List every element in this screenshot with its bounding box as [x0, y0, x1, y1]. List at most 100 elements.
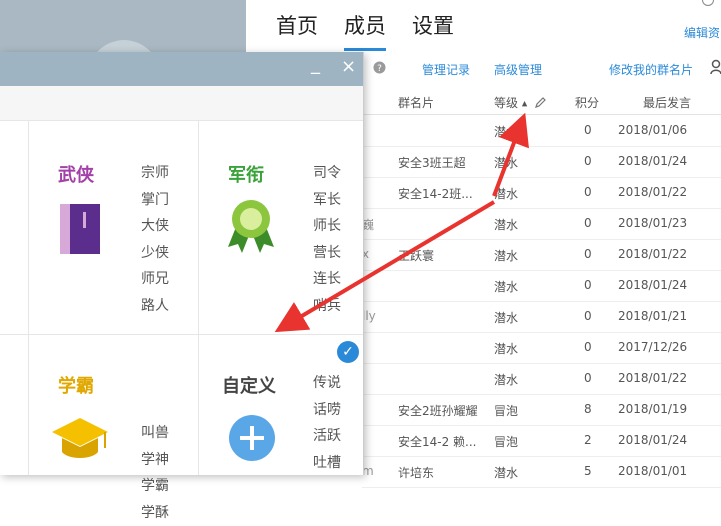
- clipped-item: ·: [0, 377, 1, 392]
- table-row[interactable]: 安全14-2班...潜水02018/01/22: [362, 177, 721, 209]
- grid-divider: [198, 120, 199, 475]
- sort-up-icon: ▲: [522, 100, 527, 108]
- table-row[interactable]: 巍 潜水 0 2018/01/23: [362, 208, 721, 240]
- level-item: 宗师: [141, 160, 169, 187]
- level-item: 学酥: [141, 500, 169, 526]
- main-nav: 首页 成员 设置: [276, 10, 480, 40]
- close-button[interactable]: ×: [341, 56, 356, 77]
- row-lead-text: m: [362, 464, 384, 478]
- level-item: 少侠: [141, 240, 169, 267]
- table-row[interactable]: m许培东潜水52018/01/01: [362, 456, 721, 488]
- group-title-wuxia: 武侠: [58, 161, 94, 187]
- row-lead-text: x: [362, 247, 384, 261]
- grid-divider: [0, 334, 363, 335]
- manage-records-link[interactable]: 管理记录: [422, 61, 470, 78]
- table-row[interactable]: 潜水02017/12/26: [362, 332, 721, 364]
- level-list-wuxia: 宗师 掌门 大侠 少侠 师兄 路人: [141, 160, 169, 319]
- row-last-date: 2018/01/19: [618, 402, 687, 416]
- row-points: 8: [584, 402, 592, 416]
- col-header-points[interactable]: 积分: [575, 94, 599, 111]
- info-icon[interactable]: [702, 0, 714, 6]
- row-last-date: 2018/01/24: [618, 278, 687, 292]
- edit-link[interactable]: 编辑资: [684, 24, 720, 41]
- level-list-custom: 传说 话唠 活跃 吐槽: [313, 370, 341, 476]
- tab-settings[interactable]: 设置: [412, 10, 454, 40]
- medal-icon: [224, 197, 278, 259]
- selected-check-icon: ✓: [337, 341, 359, 363]
- level-item: 话唠: [313, 397, 341, 424]
- add-icon[interactable]: [228, 414, 276, 466]
- svg-text:?: ?: [377, 64, 382, 74]
- help-icon[interactable]: ?: [373, 61, 386, 77]
- row-last-date: 2018/01/23: [618, 216, 687, 230]
- row-last-date: 2018/01/06: [618, 123, 687, 137]
- row-last-date: 2018/01/22: [618, 185, 687, 199]
- row-points: 2: [584, 433, 592, 447]
- row-points: 0: [584, 371, 592, 385]
- row-points: 0: [584, 247, 592, 261]
- advanced-manage-link[interactable]: 高级管理: [494, 61, 542, 78]
- level-item: 哨兵: [313, 293, 341, 320]
- row-level: 冒泡: [494, 433, 518, 450]
- level-item: 连长: [313, 266, 341, 293]
- row-last-date: 2017/12/26: [618, 340, 687, 354]
- background-window: [0, 0, 246, 58]
- col-header-level[interactable]: 等级 ▲: [494, 94, 547, 111]
- table-row[interactable]: x王跃寰潜水02018/01/22: [362, 239, 721, 271]
- table-row[interactable]: 安全3班王超潜水02018/01/24: [362, 146, 721, 178]
- table-row[interactable]: lly潜水02018/01/21: [362, 301, 721, 333]
- row-level: 潜水: [494, 247, 518, 264]
- book-icon: [60, 204, 102, 258]
- level-item: 路人: [141, 293, 169, 320]
- row-level: 潜水: [494, 340, 518, 357]
- level-item: 叫兽: [141, 420, 169, 447]
- row-level: 潜水: [494, 154, 518, 171]
- level-list-xueba: 叫兽 学神 学霸 学酥: [141, 420, 169, 526]
- row-level: 潜水: [494, 464, 518, 481]
- table-row[interactable]: 潜水02018/01/22: [362, 363, 721, 395]
- row-points: 0: [584, 216, 592, 230]
- col-header-last[interactable]: 最后发言: [643, 94, 691, 111]
- group-title-junxian: 军衔: [228, 161, 264, 187]
- level-list-junxian: 司令 军长 师长 营长 连长 哨兵: [313, 160, 341, 319]
- level-item: 掌门: [141, 187, 169, 214]
- tab-members[interactable]: 成员: [344, 10, 386, 40]
- minimize-button[interactable]: _: [311, 54, 320, 75]
- row-level: 潜水: [494, 216, 518, 233]
- row-level: 冒泡: [494, 402, 518, 419]
- tab-home[interactable]: 首页: [276, 10, 318, 40]
- row-level: 潜水: [494, 185, 518, 202]
- clipped-item: ·: [0, 422, 1, 437]
- group-title-custom: 自定义: [222, 372, 276, 398]
- clipped-item: ·: [0, 212, 1, 227]
- level-item: 师长: [313, 213, 341, 240]
- level-item: 吐槽: [313, 450, 341, 477]
- grid-divider: [28, 120, 29, 475]
- pencil-icon[interactable]: [534, 96, 547, 110]
- row-last-date: 2018/01/24: [618, 154, 687, 168]
- person-icon[interactable]: [710, 59, 721, 79]
- table-row[interactable]: 潜水 0 2018/01/24: [362, 270, 721, 302]
- row-points: 0: [584, 278, 592, 292]
- col-header-card[interactable]: 群名片: [398, 94, 434, 111]
- edit-my-card-link[interactable]: 修改我的群名片: [609, 61, 693, 78]
- table-row[interactable]: 潜水02018/01/06: [362, 115, 721, 147]
- graduation-cap-icon: [50, 414, 110, 468]
- table-row[interactable]: 安全2班孙耀耀冒泡82018/01/19: [362, 394, 721, 426]
- row-level: 潜水: [494, 278, 518, 295]
- level-item: 活跃: [313, 423, 341, 450]
- row-lead-text: 巍: [362, 216, 384, 233]
- row-points: 0: [584, 154, 592, 168]
- level-item: 学神: [141, 447, 169, 474]
- row-points: 0: [584, 309, 592, 323]
- level-item: 传说: [313, 370, 341, 397]
- dialog-subheader: [0, 86, 363, 121]
- row-level: 潜水: [494, 371, 518, 388]
- row-last-date: 2018/01/01: [618, 464, 687, 478]
- dialog-title-bar: _ ×: [0, 52, 363, 86]
- row-lead-text: lly: [362, 309, 384, 323]
- row-last-date: 2018/01/22: [618, 247, 687, 261]
- clipped-item: ·: [0, 170, 1, 185]
- table-row[interactable]: 安全14-2 赖...冒泡22018/01/24: [362, 425, 721, 457]
- col-header-level-label: 等级: [494, 96, 518, 110]
